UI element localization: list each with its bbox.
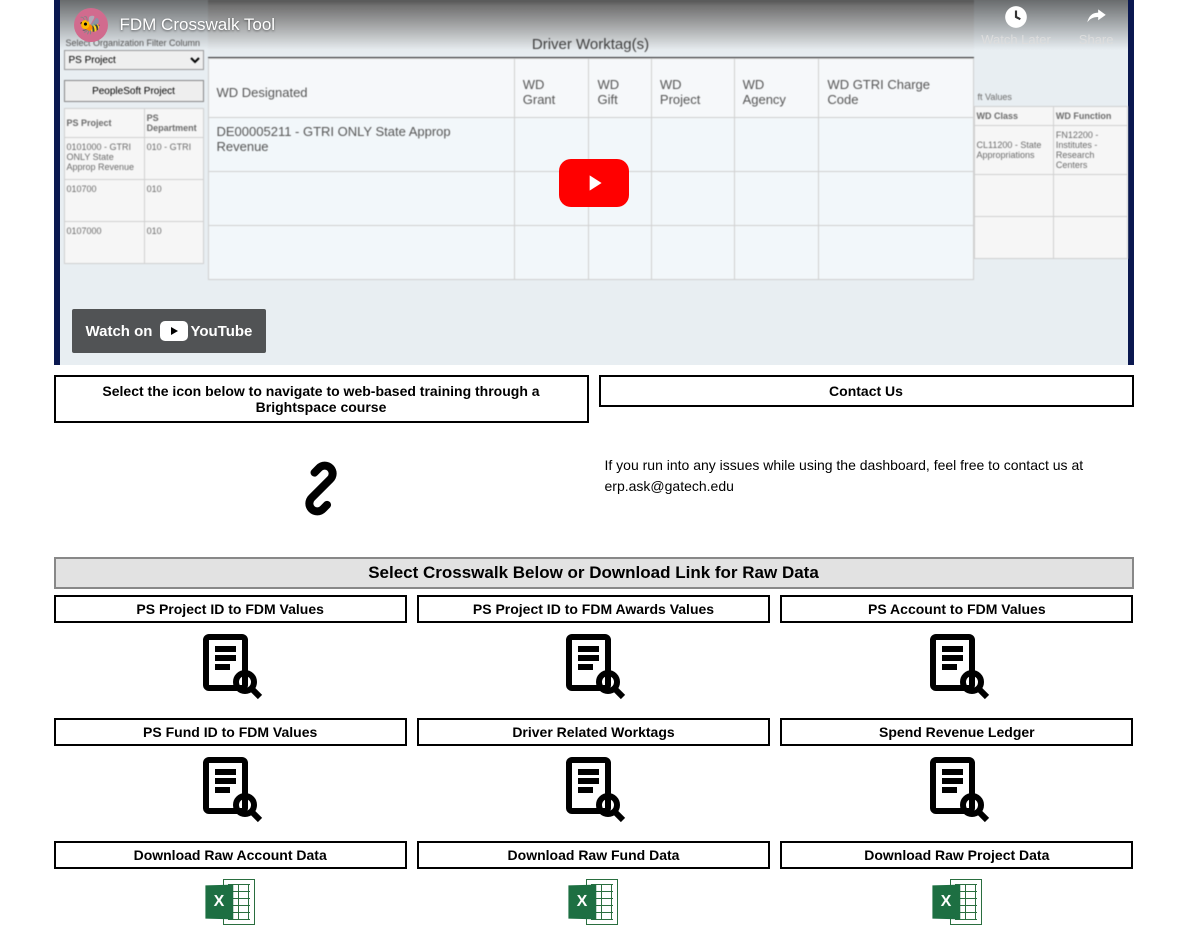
youtube-top-bar: 🐝 FDM Crosswalk Tool Watch Later Share <box>60 0 1128 50</box>
link-driver-worktags[interactable] <box>557 813 629 830</box>
link-ps-project-fdm[interactable] <box>194 690 266 707</box>
share-button[interactable]: Share <box>1079 4 1114 47</box>
document-search-icon <box>194 754 266 826</box>
video-title[interactable]: FDM Crosswalk Tool <box>120 15 276 35</box>
link-download-fund[interactable]: X <box>568 914 618 931</box>
tile-ps-project-awards: PS Project ID to FDM Awards Values <box>417 595 770 623</box>
clock-icon <box>1003 4 1029 30</box>
tile-driver-worktags: Driver Related Worktags <box>417 718 770 746</box>
tile-spend-revenue: Spend Revenue Ledger <box>780 718 1133 746</box>
tile-download-account: Download Raw Account Data <box>54 841 407 869</box>
watch-later-button[interactable]: Watch Later <box>981 4 1051 47</box>
excel-icon: X <box>205 877 255 927</box>
tile-ps-fund-fdm: PS Fund ID to FDM Values <box>54 718 407 746</box>
video-embed[interactable]: 🐝 FDM Crosswalk Tool Watch Later Share W… <box>54 0 1134 365</box>
excel-icon: X <box>932 877 982 927</box>
filter-select[interactable]: PS Project <box>64 50 204 70</box>
tile-ps-account-fdm: PS Account to FDM Values <box>780 595 1133 623</box>
play-button[interactable] <box>559 159 629 207</box>
document-search-icon <box>921 754 993 826</box>
excel-icon: X <box>568 877 618 927</box>
contact-body: If you run into any issues while using t… <box>599 407 1134 507</box>
training-link[interactable] <box>271 523 371 540</box>
link-ps-account-fdm[interactable] <box>921 690 993 707</box>
tile-download-project: Download Raw Project Data <box>780 841 1133 869</box>
link-icon <box>271 441 371 536</box>
tile-ps-project-fdm: PS Project ID to FDM Values <box>54 595 407 623</box>
link-ps-project-awards[interactable] <box>557 690 629 707</box>
share-icon <box>1083 4 1109 30</box>
play-icon <box>581 170 607 196</box>
link-ps-fund-fdm[interactable] <box>194 813 266 830</box>
watch-on-youtube-button[interactable]: Watch on YouTube <box>72 309 267 353</box>
left-table: PS ProjectPS Department 0101000 - GTRI O… <box>64 108 204 264</box>
training-header: Select the icon below to navigate to web… <box>54 375 589 423</box>
peoplesoft-project-button[interactable]: PeopleSoft Project <box>64 80 204 102</box>
document-search-icon <box>921 631 993 703</box>
crosswalk-section-banner: Select Crosswalk Below or Download Link … <box>54 557 1134 589</box>
link-download-project[interactable]: X <box>932 914 982 931</box>
document-search-icon <box>557 631 629 703</box>
right-table: WD ClassWD Function CL11200 - State Appr… <box>974 106 1128 259</box>
document-search-icon <box>557 754 629 826</box>
document-search-icon <box>194 631 266 703</box>
link-spend-revenue[interactable] <box>921 813 993 830</box>
youtube-logo-icon <box>160 321 188 341</box>
contact-header: Contact Us <box>599 375 1134 407</box>
channel-avatar[interactable]: 🐝 <box>74 8 108 42</box>
tile-download-fund: Download Raw Fund Data <box>417 841 770 869</box>
link-download-account[interactable]: X <box>205 914 255 931</box>
